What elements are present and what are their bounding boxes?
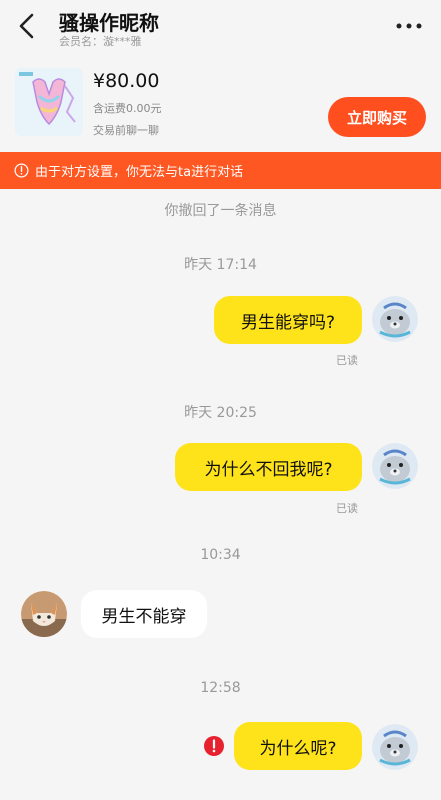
recalled-notice: 你撤回了一条消息 bbox=[164, 203, 277, 219]
buy-now-button[interactable]: 立即购买 bbox=[328, 97, 426, 137]
chat-restricted-banner: 由于对方设置，你无法与ta进行对话 bbox=[0, 152, 441, 189]
timestamp: 12:58 bbox=[200, 680, 241, 696]
info-circle-icon bbox=[14, 163, 29, 178]
product-price: ¥80.00 bbox=[93, 70, 160, 92]
message-bubble-sent[interactable]: 为什么呢? bbox=[234, 722, 362, 770]
message-bubble-received[interactable]: 男生不能穿 bbox=[81, 590, 207, 638]
product-card[interactable]: ¥80.00 含运费0.00元 交易前聊一聊 立即购买 bbox=[0, 58, 441, 150]
timestamp: 10:34 bbox=[200, 547, 241, 563]
message-bubble-sent[interactable]: 男生能穿吗? bbox=[214, 296, 362, 344]
read-receipt: 已读 bbox=[336, 354, 358, 367]
seal-avatar-icon bbox=[372, 443, 418, 489]
seal-avatar-icon bbox=[372, 296, 418, 342]
timestamp: 昨天 17:14 bbox=[184, 257, 257, 273]
more-dots-icon[interactable] bbox=[395, 16, 423, 36]
pre-trade-note: 交易前聊一聊 bbox=[93, 124, 159, 137]
my-avatar[interactable] bbox=[372, 296, 418, 342]
message-bubble-sent[interactable]: 为什么不回我呢? bbox=[175, 443, 362, 491]
banner-text: 由于对方设置，你无法与ta进行对话 bbox=[35, 165, 244, 180]
seal-avatar-icon bbox=[372, 724, 418, 770]
shipping-info: 含运费0.00元 bbox=[93, 102, 162, 115]
chevron-left-icon[interactable] bbox=[16, 12, 40, 40]
send-failed-icon[interactable] bbox=[204, 736, 224, 756]
chat-header: 骚操作昵称 会员名：漩***雅 bbox=[0, 0, 441, 52]
my-avatar[interactable] bbox=[372, 724, 418, 770]
timestamp: 昨天 20:25 bbox=[184, 405, 257, 421]
cat-avatar-icon bbox=[21, 591, 67, 637]
my-avatar[interactable] bbox=[372, 443, 418, 489]
product-thumbnail[interactable] bbox=[15, 68, 83, 136]
read-receipt: 已读 bbox=[336, 502, 358, 515]
contact-avatar[interactable] bbox=[21, 591, 67, 637]
swimsuit-image-icon bbox=[15, 68, 83, 136]
chat-title: 骚操作昵称 bbox=[59, 11, 159, 35]
member-name: 会员名：漩***雅 bbox=[59, 35, 142, 48]
